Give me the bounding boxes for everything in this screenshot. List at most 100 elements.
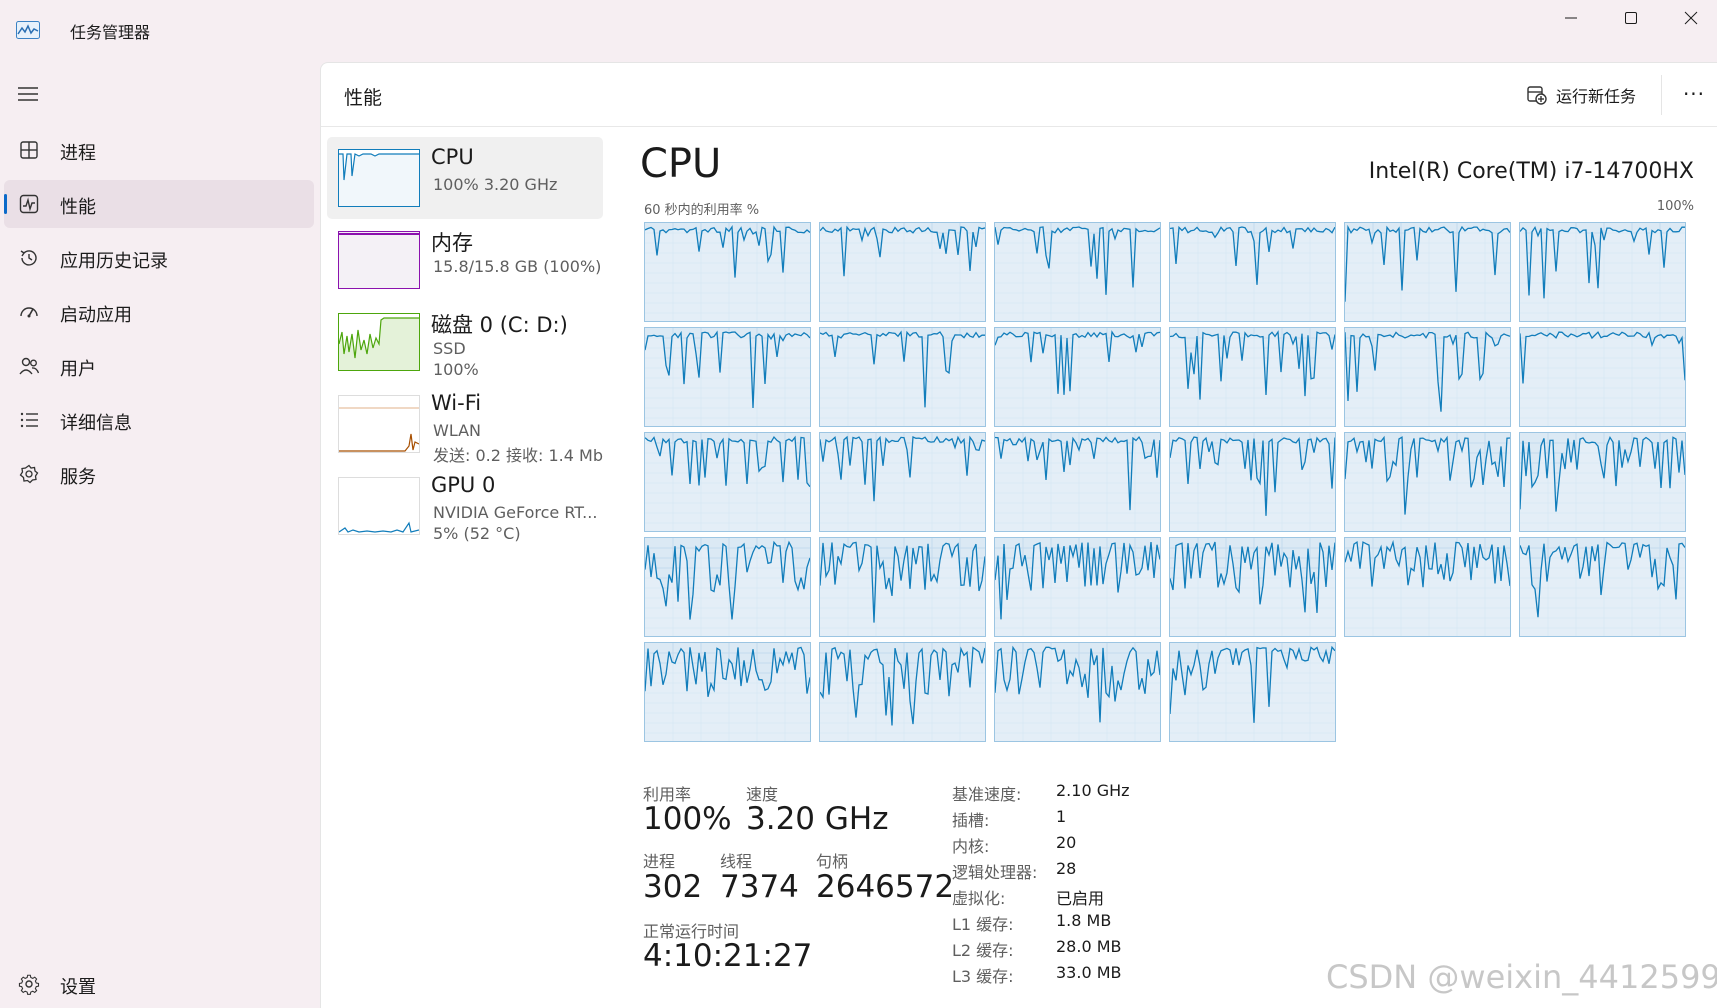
- logical-processor-graph: [819, 432, 986, 532]
- resource-name: GPU 0: [431, 473, 496, 497]
- sidebar-item-label: 用户: [60, 359, 96, 380]
- minimize-button[interactable]: [1540, 0, 1602, 36]
- title-bar: 任务管理器: [0, 0, 1717, 60]
- sidebar-item-startup-apps[interactable]: 启动应用: [4, 288, 314, 336]
- speed-value: 3.20 GHz: [746, 801, 889, 837]
- sidebar-item-label: 详细信息: [60, 413, 132, 434]
- resource-item-wifi[interactable]: Wi-Fi WLAN 发送: 0.2 接收: 1.4 Mb: [327, 383, 603, 465]
- cpu-model-name: Intel(R) Core(TM) i7-14700HX: [1368, 159, 1694, 184]
- users-icon: [18, 355, 40, 377]
- logical-processor-graph: [644, 327, 811, 427]
- spec-value: 1.8 MB: [1056, 911, 1112, 930]
- cpu-thumbnail-graph: [338, 149, 420, 207]
- run-new-task-button[interactable]: 运行新任务: [1526, 81, 1636, 109]
- spec-value: 20: [1056, 833, 1077, 852]
- logical-processor-graph: [819, 537, 986, 637]
- performance-icon: [18, 193, 40, 215]
- spec-key: 逻辑处理器:: [952, 863, 1038, 882]
- spec-key: 内核:: [952, 837, 990, 856]
- graph-max-label: 100%: [1656, 199, 1694, 214]
- logical-processor-graph: [644, 432, 811, 532]
- page-header: 性能 运行新任务 ···: [321, 63, 1717, 127]
- sidebar-item-app-history[interactable]: 应用历史记录: [4, 234, 314, 282]
- spec-value: 28.0 MB: [1056, 937, 1122, 956]
- hamburger-menu-button[interactable]: [16, 84, 40, 104]
- spec-key: 插槽:: [952, 811, 990, 830]
- gpu-thumbnail-graph: [338, 477, 420, 535]
- memory-thumbnail-graph: [338, 231, 420, 289]
- run-new-task-label: 运行新任务: [1556, 87, 1637, 106]
- more-options-button[interactable]: ···: [1679, 79, 1709, 109]
- disk-thumbnail-graph: [338, 313, 420, 371]
- resource-item-disk[interactable]: 磁盘 0 (C: D:) SSD 100%: [327, 301, 603, 383]
- logical-processor-graph: [1169, 642, 1336, 742]
- startup-apps-icon: [18, 301, 40, 323]
- logical-processor-graph: [1169, 327, 1336, 427]
- resource-detail: 100%: [433, 360, 479, 379]
- watermark: CSDN @weixin_44125993: [1326, 958, 1717, 996]
- logical-processor-graph: [1169, 537, 1336, 637]
- logical-processor-graph: [1519, 222, 1686, 322]
- resource-detail: SSD: [433, 339, 466, 358]
- close-button[interactable]: [1660, 0, 1717, 36]
- spec-key: L3 缓存:: [952, 967, 1014, 986]
- logical-processor-graph: [994, 222, 1161, 322]
- resource-item-memory[interactable]: 内存 15.8/15.8 GB (100%): [327, 219, 603, 301]
- logical-processor-graph: [644, 222, 811, 322]
- uptime-value: 4:10:21:27: [643, 938, 813, 974]
- sidebar-item-label: 设置: [60, 977, 96, 998]
- spec-value: 1: [1056, 807, 1067, 826]
- logical-processor-graph: [994, 642, 1161, 742]
- sidebar-item-label: 启动应用: [60, 305, 132, 326]
- graph-caption: 60 秒内的利用率 %: [644, 203, 760, 218]
- logical-processor-graph: [1344, 432, 1511, 532]
- sidebar-item-users[interactable]: 用户: [4, 342, 314, 390]
- logical-processor-graph: [1344, 537, 1511, 637]
- spec-key: L2 缓存:: [952, 941, 1014, 960]
- sidebar-item-details[interactable]: 详细信息: [4, 396, 314, 444]
- main-panel: 性能 运行新任务 ··· CPU 100% 3.20 GHz 内存 15.8/1…: [320, 62, 1717, 1008]
- sidebar-item-services[interactable]: 服务: [4, 450, 314, 498]
- active-indicator: [4, 194, 7, 214]
- logical-processor-graph: [1344, 327, 1511, 427]
- run-task-icon: [1526, 84, 1548, 106]
- window-title: 任务管理器: [70, 23, 151, 42]
- utilization-value: 100%: [643, 801, 732, 837]
- logical-processor-graph: [1169, 432, 1336, 532]
- logical-processor-graph: [1519, 327, 1686, 427]
- sidebar-item-label: 服务: [60, 467, 96, 488]
- logical-processor-graph: [644, 642, 811, 742]
- logical-processor-graph: [994, 327, 1161, 427]
- resource-detail: 15.8/15.8 GB (100%): [433, 257, 602, 276]
- page-title: 性能: [344, 87, 383, 109]
- maximize-button[interactable]: [1600, 0, 1662, 36]
- sidebar-item-label: 性能: [60, 197, 96, 218]
- spec-value: 已启用: [1056, 889, 1105, 908]
- cpu-heading: CPU: [640, 141, 722, 187]
- sidebar-item-settings[interactable]: 设置: [4, 960, 314, 1008]
- spec-key: 基准速度:: [952, 785, 1022, 804]
- spec-key: L1 缓存:: [952, 915, 1014, 934]
- resource-item-cpu[interactable]: CPU 100% 3.20 GHz: [327, 137, 603, 219]
- resource-name: CPU: [431, 145, 474, 169]
- sidebar-item-label: 应用历史记录: [60, 251, 168, 272]
- services-icon: [18, 463, 40, 485]
- header-divider: [1661, 75, 1662, 115]
- processes-icon: [18, 139, 40, 161]
- details-icon: [18, 409, 40, 431]
- more-icon: ···: [1682, 82, 1706, 106]
- spec-value: 33.0 MB: [1056, 963, 1122, 982]
- logical-processor-graph: [644, 537, 811, 637]
- logical-processor-graph: [994, 537, 1161, 637]
- processes-value: 302: [643, 869, 703, 905]
- logical-processor-graph: [1344, 222, 1511, 322]
- resource-item-gpu[interactable]: GPU 0 NVIDIA GeForce RT... 5% (52 °C): [327, 465, 603, 547]
- sidebar-item-performance[interactable]: 性能: [4, 180, 314, 228]
- resource-detail: WLAN: [433, 421, 482, 440]
- wifi-thumbnail-graph: [338, 395, 420, 453]
- threads-value: 7374: [720, 869, 799, 905]
- resource-name: Wi-Fi: [431, 391, 482, 415]
- logical-processor-graph: [819, 327, 986, 427]
- sidebar-item-processes[interactable]: 进程: [4, 126, 314, 174]
- logical-processor-graph: [1169, 222, 1336, 322]
